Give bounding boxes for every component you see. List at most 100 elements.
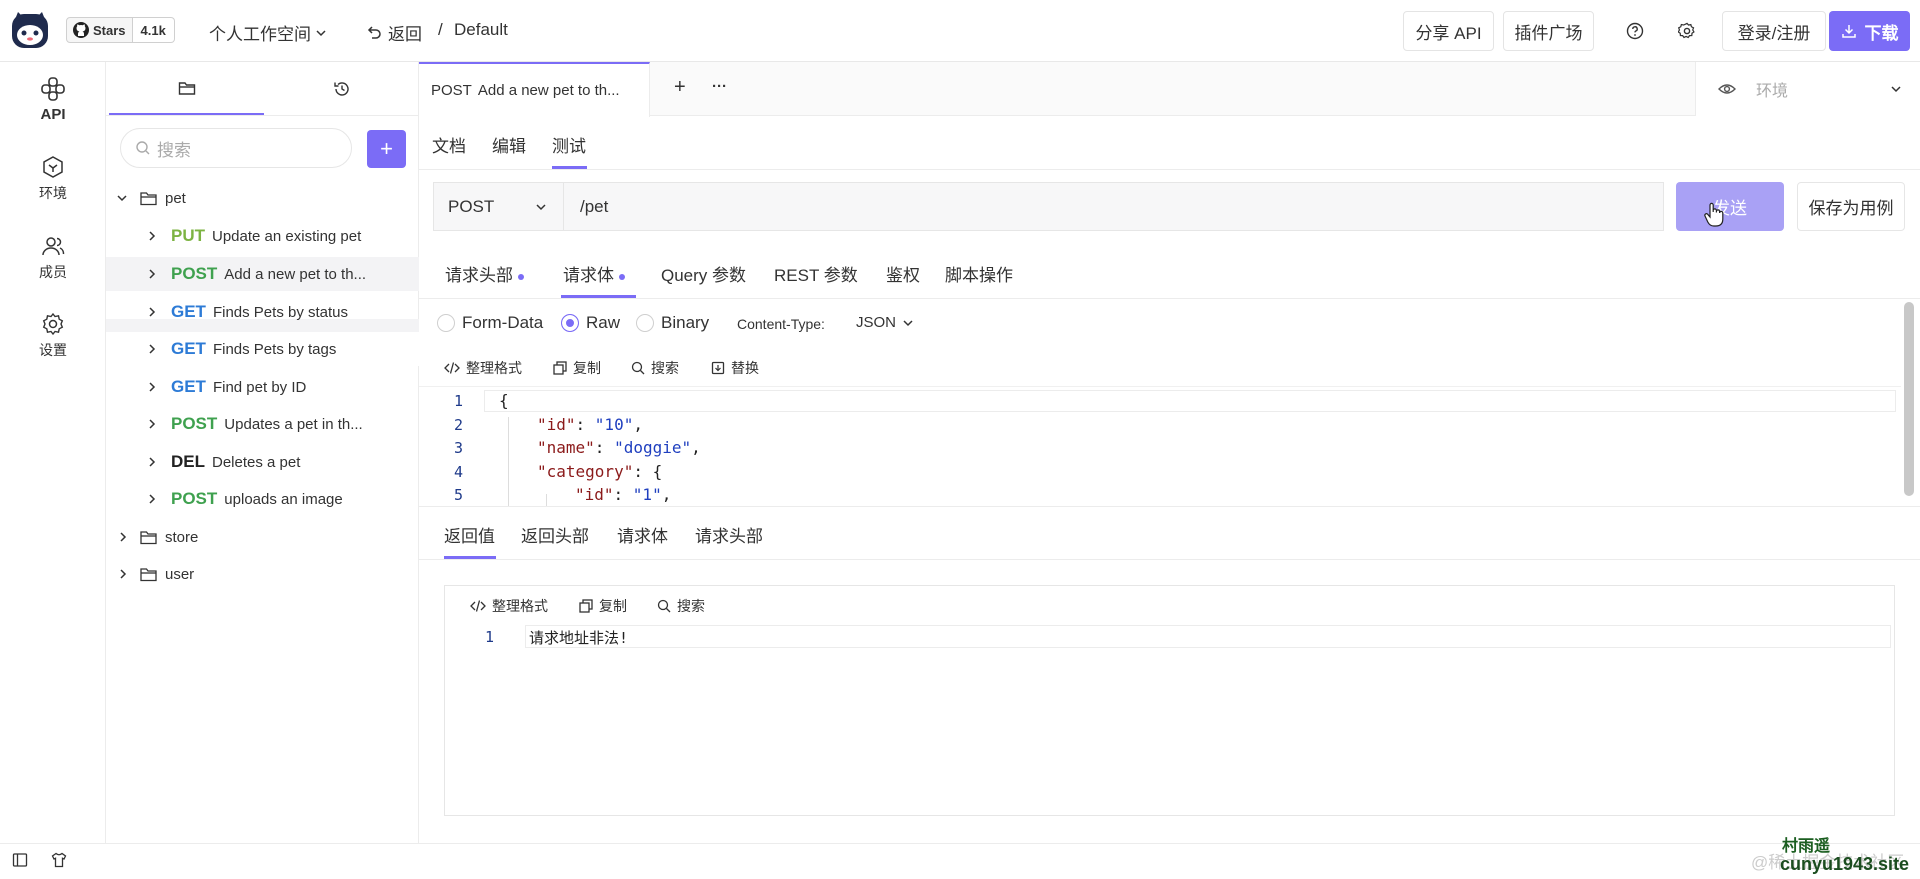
format-button[interactable]: 整理格式 <box>444 358 522 378</box>
chevron-right-icon <box>149 307 156 317</box>
line-number: 1 <box>484 628 494 646</box>
radio-raw[interactable]: Raw <box>561 313 620 333</box>
editor-scrollbar[interactable] <box>1904 302 1914 496</box>
radio-binary[interactable]: Binary <box>636 313 709 333</box>
help-icon[interactable] <box>1623 19 1647 43</box>
workspace-selector[interactable]: 个人工作空间 <box>209 20 327 45</box>
line-number: 4 <box>453 462 463 481</box>
gear-icon[interactable] <box>1675 19 1699 43</box>
tab-scripts[interactable]: 脚本操作 <box>945 261 1013 286</box>
copy-button[interactable]: 复制 <box>553 358 601 378</box>
radio-form-data[interactable]: Form-Data <box>437 313 543 333</box>
response-editor[interactable]: 1 请求地址非法! <box>446 625 1893 815</box>
gear-icon <box>42 312 64 336</box>
replace-icon <box>711 361 725 375</box>
tab-request-body[interactable]: 请求体 <box>563 261 625 286</box>
tree-folder-pet[interactable]: pet <box>106 181 419 215</box>
tree-item-get-by-id[interactable]: GET Find pet by ID <box>106 370 419 404</box>
download-button[interactable]: 下载 <box>1829 11 1910 51</box>
response-search-button[interactable]: 搜索 <box>657 596 705 616</box>
divider <box>419 559 1920 560</box>
tree-folder-store[interactable]: store <box>106 520 419 554</box>
content-type-select[interactable]: JSON <box>856 314 914 331</box>
watermark-site: cunyu1943.site <box>1780 854 1910 874</box>
open-tab-add-pet[interactable]: POST Add a new pet to th... <box>419 62 650 117</box>
folder-icon <box>140 567 157 581</box>
tab-test[interactable]: 测试 <box>552 132 586 157</box>
download-label: 下载 <box>1864 23 1899 43</box>
code-token: , <box>633 414 643 434</box>
tab-query-params[interactable]: Query 参数 <box>661 261 746 286</box>
response-copy-button[interactable]: 复制 <box>579 596 627 616</box>
request-body-editor[interactable]: 1 {2 "id": "10", 3 "name": "doggie", 4 "catego… <box>419 386 1901 506</box>
share-api-button[interactable]: 分享 API <box>1403 11 1494 51</box>
tab-history[interactable] <box>264 62 419 115</box>
save-as-case-button[interactable]: 保存为用例 <box>1797 182 1905 231</box>
code-icon <box>470 600 486 612</box>
tree-item-post-add-pet[interactable]: POST Add a new pet to th... <box>106 257 419 291</box>
modified-dot <box>518 273 524 280</box>
nav-item-api[interactable]: API <box>0 76 106 123</box>
replace-button[interactable]: 替换 <box>711 358 759 378</box>
line-number: 1 <box>453 392 463 410</box>
tool-label: 搜索 <box>677 598 705 614</box>
tree-item-put-update-pet[interactable]: PUT Update an existing pet <box>106 219 419 253</box>
sidebar-toggle-icon[interactable] <box>12 852 28 872</box>
add-button[interactable]: + <box>367 130 406 168</box>
code-line: "id": "1", <box>575 485 671 504</box>
tree-folder-user[interactable]: user <box>106 557 419 591</box>
tab-response-headers[interactable]: 返回头部 <box>521 522 589 547</box>
tab-rest-params[interactable]: REST 参数 <box>774 261 858 286</box>
folder-name: store <box>165 528 199 546</box>
github-stars[interactable]: Stars 4.1k <box>66 17 175 43</box>
tab-docs[interactable]: 文档 <box>432 132 466 157</box>
tree-item-get-by-tags[interactable]: GET Finds Pets by tags <box>106 332 419 366</box>
plugin-market-button[interactable]: 插件广场 <box>1503 11 1594 51</box>
login-button[interactable]: 登录/注册 <box>1722 11 1826 51</box>
tab-response-request-body[interactable]: 请求体 <box>617 522 668 547</box>
hand-cursor-icon <box>1704 202 1724 227</box>
nav-item-label: 环境 <box>39 185 67 201</box>
tab-auth[interactable]: 鉴权 <box>886 261 920 286</box>
tree-item-delete-pet[interactable]: DEL Deletes a pet <box>106 445 419 479</box>
tree-item-upload-image[interactable]: POST uploads an image <box>106 482 419 516</box>
code-token: : <box>575 414 595 434</box>
nav-item-settings[interactable]: 设置 <box>0 312 106 360</box>
code-token: "id" <box>575 485 614 504</box>
chevron-down-icon <box>1891 86 1901 93</box>
tab-request-headers[interactable]: 请求头部 <box>445 261 524 286</box>
indent-guide <box>546 494 547 506</box>
url-input[interactable]: /pet <box>563 182 1664 231</box>
shirt-icon[interactable] <box>51 852 67 872</box>
left-nav: API 环境 成员 设置 <box>0 62 106 843</box>
tool-label: 整理格式 <box>492 598 548 614</box>
tab-files[interactable] <box>109 62 264 115</box>
search-button[interactable]: 搜索 <box>631 358 679 378</box>
nav-item-label: 设置 <box>39 342 67 358</box>
download-icon <box>1841 25 1856 38</box>
nav-item-environment[interactable]: 环境 <box>0 155 106 203</box>
search-input[interactable]: 搜索 <box>120 128 352 168</box>
tab-response-request-headers[interactable]: 请求头部 <box>695 522 763 547</box>
code-token: "name" <box>537 438 595 457</box>
nav-item-label: 成员 <box>39 264 67 280</box>
environment-selector[interactable]: 环境 <box>1695 62 1920 116</box>
back-button[interactable]: 返回 <box>366 20 422 45</box>
divider <box>419 169 1920 170</box>
tab-edit[interactable]: 编辑 <box>492 132 526 157</box>
radio-label: Binary <box>661 313 710 332</box>
response-format-button[interactable]: 整理格式 <box>470 596 548 616</box>
copy-icon <box>553 361 567 375</box>
github-stars-label-box[interactable]: Stars <box>66 17 133 43</box>
more-tabs-button[interactable]: ··· <box>712 78 727 95</box>
code-token: : <box>613 485 633 504</box>
tree-item-get-by-status[interactable]: GET Finds Pets by status <box>106 295 419 329</box>
tree-item-post-update-pet[interactable]: POST Updates a pet in th... <box>106 407 419 441</box>
tab-response-body[interactable]: 返回值 <box>444 522 495 547</box>
app-logo[interactable] <box>10 10 50 50</box>
method-select[interactable]: POST <box>433 182 563 231</box>
add-tab-button[interactable]: + <box>674 76 686 99</box>
url-value: /pet <box>580 196 609 216</box>
send-button[interactable]: 发送 <box>1676 182 1784 231</box>
nav-item-members[interactable]: 成员 <box>0 234 106 282</box>
